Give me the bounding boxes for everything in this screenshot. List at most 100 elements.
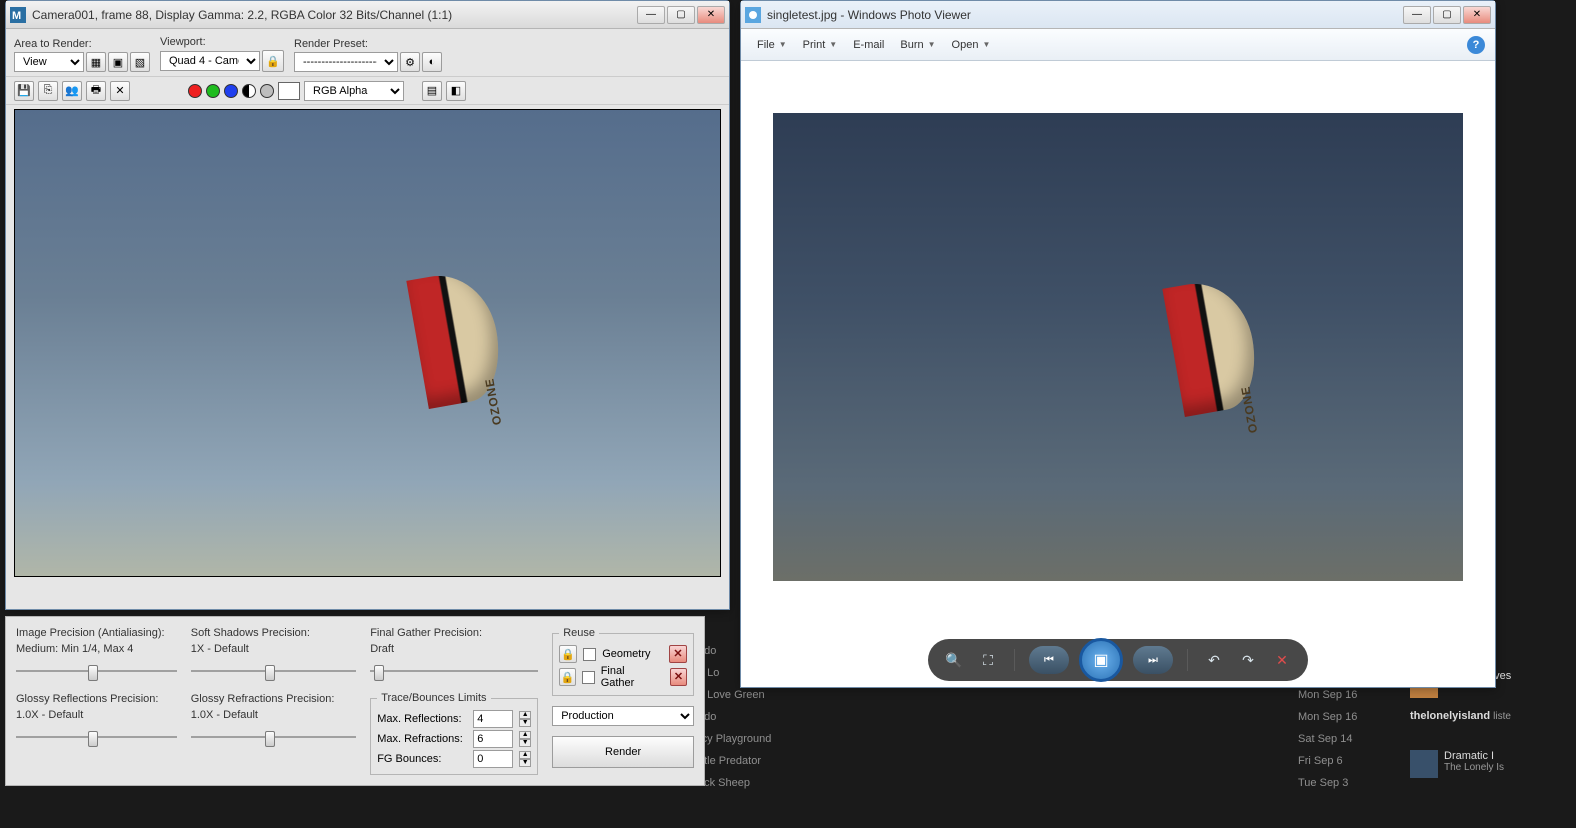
- toggle-bg-icon[interactable]: ◧: [446, 81, 466, 101]
- reuse-fg-clear-icon[interactable]: ✕: [670, 668, 687, 686]
- save-icon[interactable]: 💾: [14, 81, 34, 101]
- rotate-cw-icon[interactable]: ↷: [1236, 648, 1260, 672]
- reuse-fg-lock-icon[interactable]: 🔒: [559, 668, 576, 686]
- max-refractions-label: Max. Refractions:: [377, 733, 467, 745]
- spin-up[interactable]: ▲: [519, 751, 531, 759]
- menu-burn[interactable]: Burn▼: [894, 35, 941, 55]
- render-toolbar-top: Area to Render: View ▦ ▣ ▧ Viewport: Qua…: [6, 29, 729, 77]
- final-gather-value: Draft: [370, 643, 538, 655]
- render-window-title: Camera001, frame 88, Display Gamma: 2.2,…: [32, 8, 637, 22]
- clone-icon[interactable]: 👥: [62, 81, 82, 101]
- image-precision-slider[interactable]: [16, 663, 177, 679]
- spin-up[interactable]: ▲: [519, 711, 531, 719]
- spin-down[interactable]: ▼: [519, 739, 531, 747]
- photo-window-title: singletest.jpg - Windows Photo Viewer: [767, 8, 1403, 22]
- region-icon[interactable]: ▦: [86, 52, 106, 72]
- glossy-reflections-label: Glossy Reflections Precision:: [16, 693, 177, 705]
- channel-select[interactable]: RGB Alpha: [304, 81, 404, 101]
- copy-icon[interactable]: ⎘: [38, 81, 58, 101]
- trace-legend: Trace/Bounces Limits: [377, 692, 490, 704]
- maximize-button[interactable]: ▢: [1433, 6, 1461, 24]
- previous-button[interactable]: ⏮: [1029, 646, 1069, 674]
- glossy-reflections-value: 1.0X - Default: [16, 709, 177, 721]
- svg-text:M: M: [12, 10, 21, 22]
- blowup-icon[interactable]: ▧: [130, 52, 150, 72]
- glossy-refractions-label: Glossy Refractions Precision:: [191, 693, 356, 705]
- zoom-icon[interactable]: 🔍: [942, 648, 966, 672]
- spin-down[interactable]: ▼: [519, 719, 531, 727]
- render-frame-window: M Camera001, frame 88, Display Gamma: 2.…: [5, 0, 730, 610]
- photo-viewer-window: singletest.jpg - Windows Photo Viewer — …: [740, 0, 1496, 688]
- render-setup-icon[interactable]: ⚙: [400, 52, 420, 72]
- viewport-select[interactable]: Quad 4 - Camera0: [160, 51, 260, 71]
- close-button[interactable]: ✕: [697, 6, 725, 24]
- soft-shadows-label: Soft Shadows Precision:: [191, 627, 356, 639]
- clear-icon[interactable]: ✕: [110, 81, 130, 101]
- channel-blue-icon[interactable]: [224, 84, 238, 98]
- reuse-geometry-label: Geometry: [602, 648, 650, 660]
- photo-canvas: OZONE: [745, 65, 1491, 629]
- area-to-render-select[interactable]: View: [14, 52, 84, 72]
- lock-icon[interactable]: 🔒: [262, 50, 284, 72]
- render-settings-panel: Image Precision (Antialiasing): Medium: …: [5, 616, 705, 786]
- next-button[interactable]: ⏭: [1133, 646, 1173, 674]
- environment-icon[interactable]: ◐: [422, 52, 442, 72]
- minimize-button[interactable]: —: [637, 6, 665, 24]
- max-refractions-input[interactable]: [473, 730, 513, 748]
- soft-shadows-value: 1X - Default: [191, 643, 356, 655]
- spin-up[interactable]: ▲: [519, 731, 531, 739]
- separator: [1014, 649, 1015, 671]
- menu-open[interactable]: Open▼: [946, 35, 997, 55]
- render-titlebar[interactable]: M Camera001, frame 88, Display Gamma: 2.…: [6, 1, 729, 29]
- channel-mono-icon[interactable]: [260, 84, 274, 98]
- glossy-reflections-slider[interactable]: [16, 729, 177, 745]
- photo-image[interactable]: OZONE: [773, 113, 1463, 581]
- reuse-fg-checkbox[interactable]: [582, 671, 594, 684]
- reuse-legend: Reuse: [559, 627, 599, 639]
- reuse-geometry-clear-icon[interactable]: ✕: [669, 645, 687, 663]
- max-reflections-input[interactable]: [473, 710, 513, 728]
- fit-icon[interactable]: ⛶: [976, 648, 1000, 672]
- minimize-button[interactable]: —: [1403, 6, 1431, 24]
- menu-file[interactable]: File▼: [751, 35, 793, 55]
- color-swatch[interactable]: [278, 82, 300, 100]
- glossy-refractions-slider[interactable]: [191, 729, 356, 745]
- fg-bounces-label: FG Bounces:: [377, 753, 467, 765]
- final-gather-slider[interactable]: [370, 663, 538, 678]
- photoviewer-icon: [745, 7, 761, 23]
- menu-print[interactable]: Print▼: [797, 35, 844, 55]
- fg-bounces-input[interactable]: [473, 750, 513, 768]
- channel-alpha-icon[interactable]: [242, 84, 256, 98]
- final-gather-label: Final Gather Precision:: [370, 627, 538, 639]
- spin-down[interactable]: ▼: [519, 759, 531, 767]
- quality-preset-select[interactable]: Production: [552, 706, 694, 726]
- render-button[interactable]: Render: [552, 736, 694, 768]
- photo-kite: OZONE: [1163, 276, 1264, 418]
- render-preset-select[interactable]: ------------------------: [294, 52, 398, 72]
- chevron-down-icon: ▼: [779, 40, 787, 49]
- channel-green-icon[interactable]: [206, 84, 220, 98]
- trace-bounces-fieldset: Trace/Bounces Limits Max. Reflections: ▲…: [370, 692, 538, 775]
- help-icon[interactable]: ?: [1467, 36, 1485, 54]
- delete-icon[interactable]: ✕: [1270, 648, 1294, 672]
- glossy-refractions-value: 1.0X - Default: [191, 709, 356, 721]
- crop-icon[interactable]: ▣: [108, 52, 128, 72]
- separator: [1187, 649, 1188, 671]
- maximize-button[interactable]: ▢: [667, 6, 695, 24]
- toggle-overlay-icon[interactable]: ▤: [422, 81, 442, 101]
- photo-titlebar[interactable]: singletest.jpg - Windows Photo Viewer — …: [741, 1, 1495, 29]
- render-viewport[interactable]: OZONE: [14, 109, 721, 577]
- chevron-down-icon: ▼: [829, 40, 837, 49]
- print-icon[interactable]: 🖶: [86, 81, 106, 101]
- reuse-geometry-lock-icon[interactable]: 🔒: [559, 645, 577, 663]
- slideshow-button[interactable]: ▣: [1079, 638, 1123, 682]
- menu-email[interactable]: E-mail: [847, 35, 890, 55]
- soft-shadows-slider[interactable]: [191, 663, 356, 679]
- channel-red-icon[interactable]: [188, 84, 202, 98]
- rotate-ccw-icon[interactable]: ↶: [1202, 648, 1226, 672]
- viewport-label: Viewport:: [160, 36, 284, 48]
- close-button[interactable]: ✕: [1463, 6, 1491, 24]
- max-reflections-label: Max. Reflections:: [377, 713, 467, 725]
- area-to-render-label: Area to Render:: [14, 38, 150, 50]
- reuse-geometry-checkbox[interactable]: [583, 648, 596, 661]
